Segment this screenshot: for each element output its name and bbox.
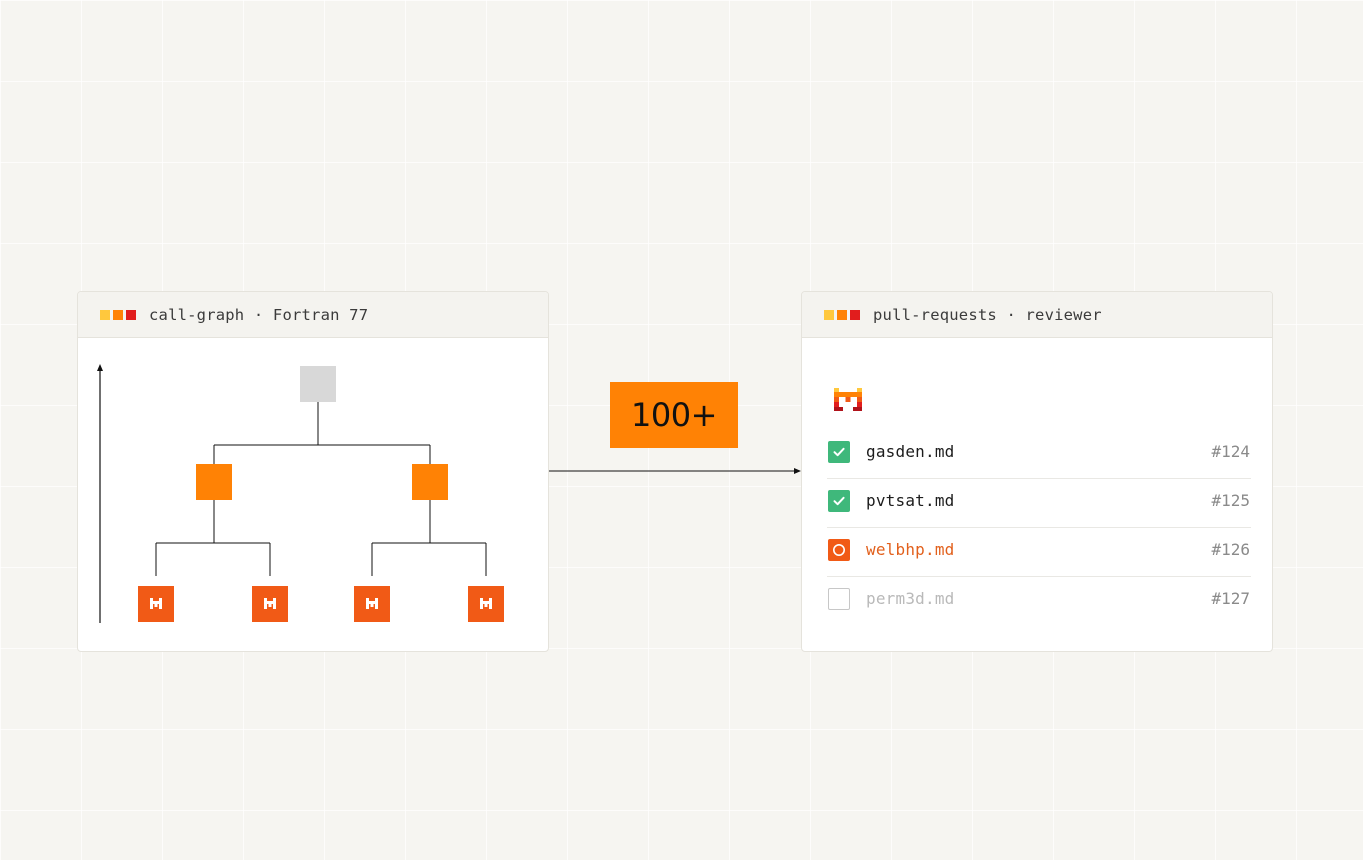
leaf-node: [138, 586, 174, 622]
leaf-node: [354, 586, 390, 622]
check-icon: [833, 496, 845, 506]
circle-icon: [833, 544, 845, 556]
pr-number: #124: [1211, 442, 1250, 461]
panel-title: pull-requests · reviewer: [873, 305, 1102, 324]
dot-orange: [837, 309, 847, 320]
panel-header: call-graph · Fortran 77: [78, 292, 548, 338]
window-dots: [824, 309, 860, 320]
pull-request-list: gasden.md #124 pvtsat.md #125 welbhp.md …: [827, 430, 1251, 625]
root-node: [300, 366, 336, 402]
list-item[interactable]: gasden.md #124: [827, 430, 1251, 479]
list-item[interactable]: pvtsat.md #125: [827, 479, 1251, 528]
dot-red: [850, 309, 860, 320]
call-graph-panel: call-graph · Fortran 77: [77, 291, 549, 652]
file-name: welbhp.md: [866, 540, 955, 559]
leaf-node: [468, 586, 504, 622]
checkbox-in-progress[interactable]: [828, 539, 850, 561]
mid-node-left: [196, 464, 232, 500]
panel-header: pull-requests · reviewer: [802, 292, 1272, 338]
pull-requests-panel: pull-requests · reviewer gasden.md #124 …: [801, 291, 1273, 652]
dot-yellow: [100, 309, 110, 320]
pr-number: #126: [1211, 540, 1250, 559]
file-name: gasden.md: [866, 442, 955, 461]
pr-number: #127: [1211, 589, 1250, 608]
canvas: { "left_panel": { "title": "call-graph ·…: [0, 0, 1363, 860]
checkbox-done[interactable]: [828, 441, 850, 463]
count-badge: 100+: [610, 382, 738, 448]
list-item[interactable]: welbhp.md #126: [827, 528, 1251, 577]
panel-title: call-graph · Fortran 77: [149, 305, 369, 324]
file-name: pvtsat.md: [866, 491, 955, 510]
list-item[interactable]: perm3d.md #127: [827, 577, 1251, 625]
pr-number: #125: [1211, 491, 1250, 510]
checkbox-done[interactable]: [828, 490, 850, 512]
file-name: perm3d.md: [866, 589, 955, 608]
axis-arrow: [97, 364, 103, 623]
dot-orange: [113, 309, 123, 320]
mid-node-right: [412, 464, 448, 500]
mascot-icon: [834, 388, 862, 411]
window-dots: [100, 309, 136, 320]
dot-red: [126, 309, 136, 320]
check-icon: [833, 447, 845, 457]
dot-yellow: [824, 309, 834, 320]
call-graph-tree: [97, 364, 504, 623]
checkbox-empty[interactable]: [828, 588, 850, 610]
leaf-node: [252, 586, 288, 622]
